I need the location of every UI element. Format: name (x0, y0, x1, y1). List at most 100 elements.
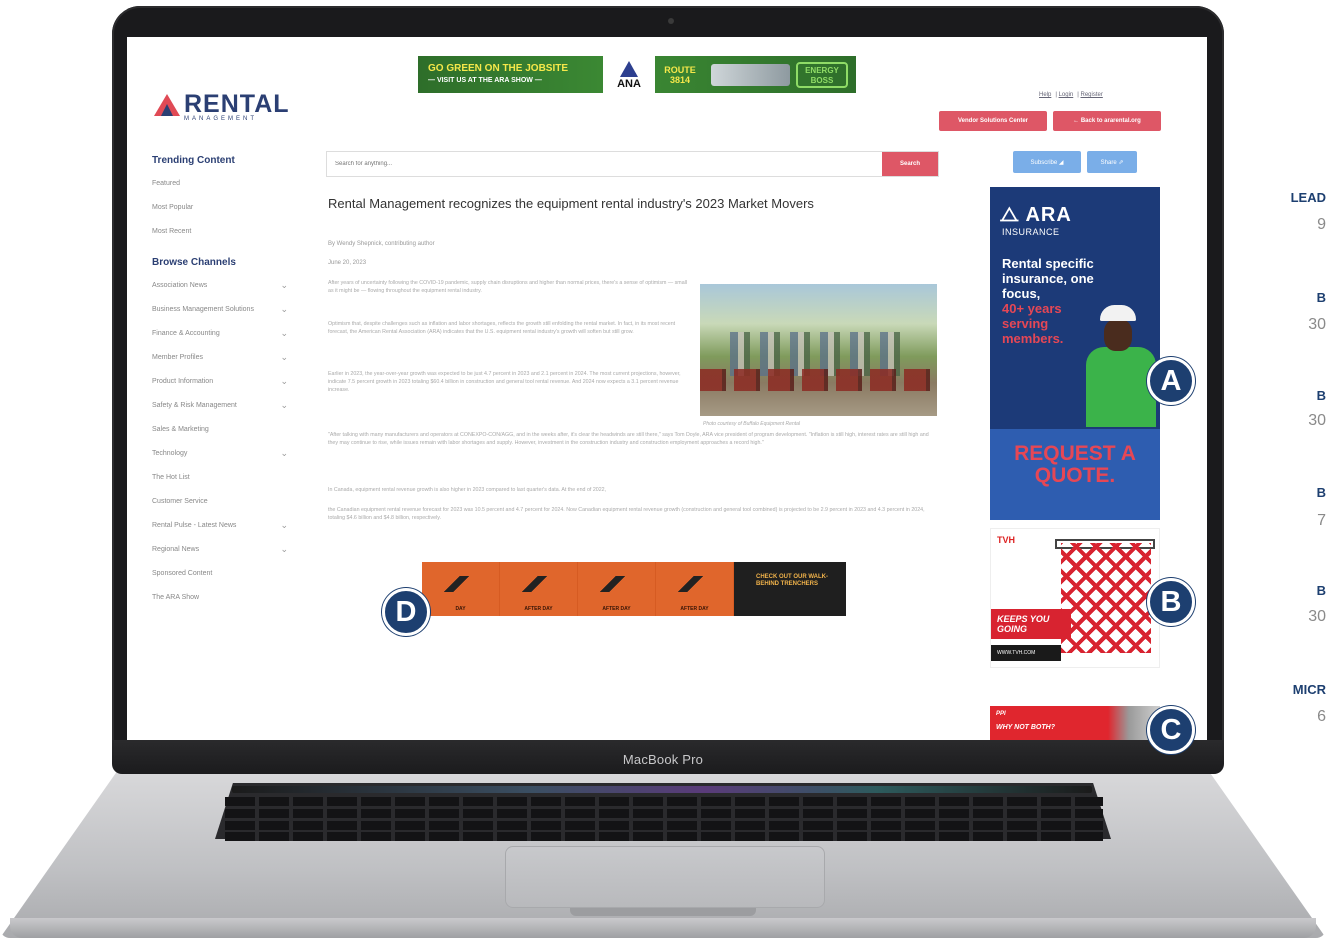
right-number: 7 (1317, 512, 1326, 529)
search-bar: Search (326, 151, 939, 177)
tvh-tagline: KEEPS YOU GOING (991, 609, 1071, 639)
marker-c: C (1147, 706, 1195, 754)
article-paragraph: "After talking with many manufacturers a… (328, 432, 929, 446)
channel-item[interactable]: Sales & Marketing (152, 425, 292, 449)
ad-cell: AFTER DAY (656, 562, 734, 616)
channel-item[interactable]: Customer Service (152, 497, 292, 521)
vendor-solutions-button[interactable]: Vendor Solutions Center (939, 111, 1047, 131)
chevron-down-icon[interactable]: ⌄ (280, 353, 288, 362)
chevron-down-icon[interactable]: ⌄ (280, 449, 288, 458)
right-label: B (1316, 583, 1326, 598)
ad-copy: Rental specific insurance, one focus, (1002, 256, 1094, 301)
ppi-tagline: WHY NOT BOTH? (996, 724, 1055, 731)
marker-a: A (1147, 357, 1195, 405)
chevron-down-icon[interactable]: ⌄ (280, 521, 288, 530)
top-banner-ad[interactable]: GO GREEN ON THE JOBSITE — VISIT US AT TH… (418, 56, 856, 93)
channel-item[interactable]: Sponsored Content (152, 569, 292, 593)
channel-item[interactable]: Safety & Risk Management ⌄ (152, 401, 292, 425)
article-paragraph: After years of uncertainty following the… (328, 280, 688, 294)
worker-image (1082, 305, 1160, 427)
chevron-down-icon[interactable]: ⌄ (280, 329, 288, 338)
stage: MacBook Pro GO GREEN ON THE JOBSITE — VI… (0, 0, 1326, 938)
scissor-lift-image (1061, 543, 1151, 653)
subscribe-button[interactable]: Subscribe ◢ (1013, 151, 1081, 173)
channel-label: Customer Service (152, 498, 208, 505)
key-row (225, 832, 1103, 841)
article-photo[interactable] (700, 284, 937, 416)
right-number: 9 (1317, 216, 1326, 233)
tvh-logo: TVH (997, 535, 1015, 545)
request-quote-cta[interactable]: REQUEST A QUOTE. (990, 429, 1160, 520)
right-label: MICR (1292, 682, 1326, 697)
right-number: 6 (1317, 708, 1326, 725)
search-input[interactable] (327, 152, 882, 176)
logo-name: RENTAL (184, 90, 290, 118)
ad-cell: AFTER DAY (500, 562, 578, 616)
right-label: B (1316, 388, 1326, 403)
site-logo[interactable]: RENTAL MANAGEMENT (154, 92, 290, 122)
chevron-down-icon[interactable]: ⌄ (280, 545, 288, 554)
article-byline: By Wendy Shepnick, contributing author (328, 241, 435, 247)
logo-triangle-icon (154, 94, 180, 118)
ppi-ad[interactable]: PPI WHY NOT BOTH? (990, 706, 1160, 740)
back-to-ara-button[interactable]: ← Back to ararental.org (1053, 111, 1161, 131)
channel-label: The Hot List (152, 474, 190, 481)
banner-headline: GO GREEN ON THE JOBSITE — VISIT US AT TH… (428, 62, 569, 84)
channel-item[interactable]: Member Profiles ⌄ (152, 353, 292, 377)
channel-item[interactable]: Regional News ⌄ (152, 545, 292, 569)
tvh-ad[interactable]: TVH KEEPS YOU GOING WWW.TVH.COM (990, 528, 1160, 668)
login-link[interactable]: Login (1059, 92, 1074, 98)
trencher-banner-ad[interactable]: DAY AFTER DAY AFTER DAY AFTER DAY CHECK … (422, 562, 846, 616)
chevron-down-icon[interactable]: ⌄ (280, 305, 288, 314)
channel-label: Product Information (152, 378, 214, 385)
channel-item[interactable]: Business Management Solutions ⌄ (152, 305, 292, 329)
register-link[interactable]: Register (1081, 92, 1103, 98)
help-link[interactable]: Help (1039, 92, 1051, 98)
laptop-front-edge (10, 918, 1316, 938)
channel-label: Association News (152, 282, 208, 289)
ppi-logo: PPI (996, 711, 1006, 717)
search-button[interactable]: Search (882, 152, 938, 176)
channel-label: Safety & Risk Management (152, 402, 237, 409)
right-label: B (1316, 485, 1326, 500)
article-paragraph: Optimism that, despite challenges such a… (328, 321, 676, 335)
ad-cell: DAY (422, 562, 500, 616)
ara-insurance-ad[interactable]: ⧍ ARA INSURANCE Rental specific insuranc… (990, 187, 1160, 520)
channel-item[interactable]: Association News ⌄ (152, 281, 292, 305)
ara-insurance-label: INSURANCE (1002, 227, 1060, 237)
channel-item[interactable]: The Hot List (152, 473, 292, 497)
ad-cell: AFTER DAY (578, 562, 656, 616)
trending-item[interactable]: Featured (152, 179, 292, 203)
trackpad (505, 846, 825, 908)
article-paragraph: In Canada, equipment rental revenue grow… (328, 487, 607, 493)
share-button[interactable]: Share ⇗ (1087, 151, 1137, 173)
chevron-down-icon[interactable]: ⌄ (280, 401, 288, 410)
channel-label: Business Management Solutions (152, 306, 254, 313)
channel-label: Regional News (152, 546, 200, 553)
channel-label: Member Profiles (152, 354, 203, 361)
truck-image (711, 63, 790, 86)
photo-caption: Photo courtesy of Buffalo Equipment Rent… (703, 421, 801, 427)
trending-item[interactable]: Most Popular (152, 203, 292, 227)
right-label: B (1316, 290, 1326, 305)
website-screen: GO GREEN ON THE JOBSITE — VISIT US AT TH… (127, 37, 1207, 740)
article-paragraph: Earlier in 2023, the year-over-year grow… (328, 371, 681, 393)
channel-label: Finance & Accounting (152, 330, 220, 337)
channel-item[interactable]: Technology ⌄ (152, 449, 292, 473)
ad-cta: CHECK OUT OUR WALK-BEHIND TRENCHERS (734, 562, 846, 616)
chevron-down-icon[interactable]: ⌄ (280, 377, 288, 386)
channel-item[interactable]: Product Information ⌄ (152, 377, 292, 401)
trending-item[interactable]: Most Recent (152, 227, 292, 251)
article-paragraph: the Canadian equipment rental revenue fo… (328, 507, 925, 521)
channel-item[interactable]: The ARA Show (152, 593, 292, 617)
trending-heading: Trending Content (152, 155, 235, 166)
photo-machines (700, 369, 937, 391)
channel-item[interactable]: Rental Pulse - Latest News ⌄ (152, 521, 292, 545)
banner-boss-logo: ENERGY BOSS (796, 61, 848, 88)
right-label: LEAD (1290, 190, 1326, 205)
channel-label: Rental Pulse - Latest News (152, 522, 237, 529)
channel-item[interactable]: Finance & Accounting ⌄ (152, 329, 292, 353)
chevron-down-icon[interactable]: ⌄ (280, 281, 288, 290)
right-number: 30 (1308, 316, 1326, 333)
channel-label: Sponsored Content (152, 570, 213, 577)
